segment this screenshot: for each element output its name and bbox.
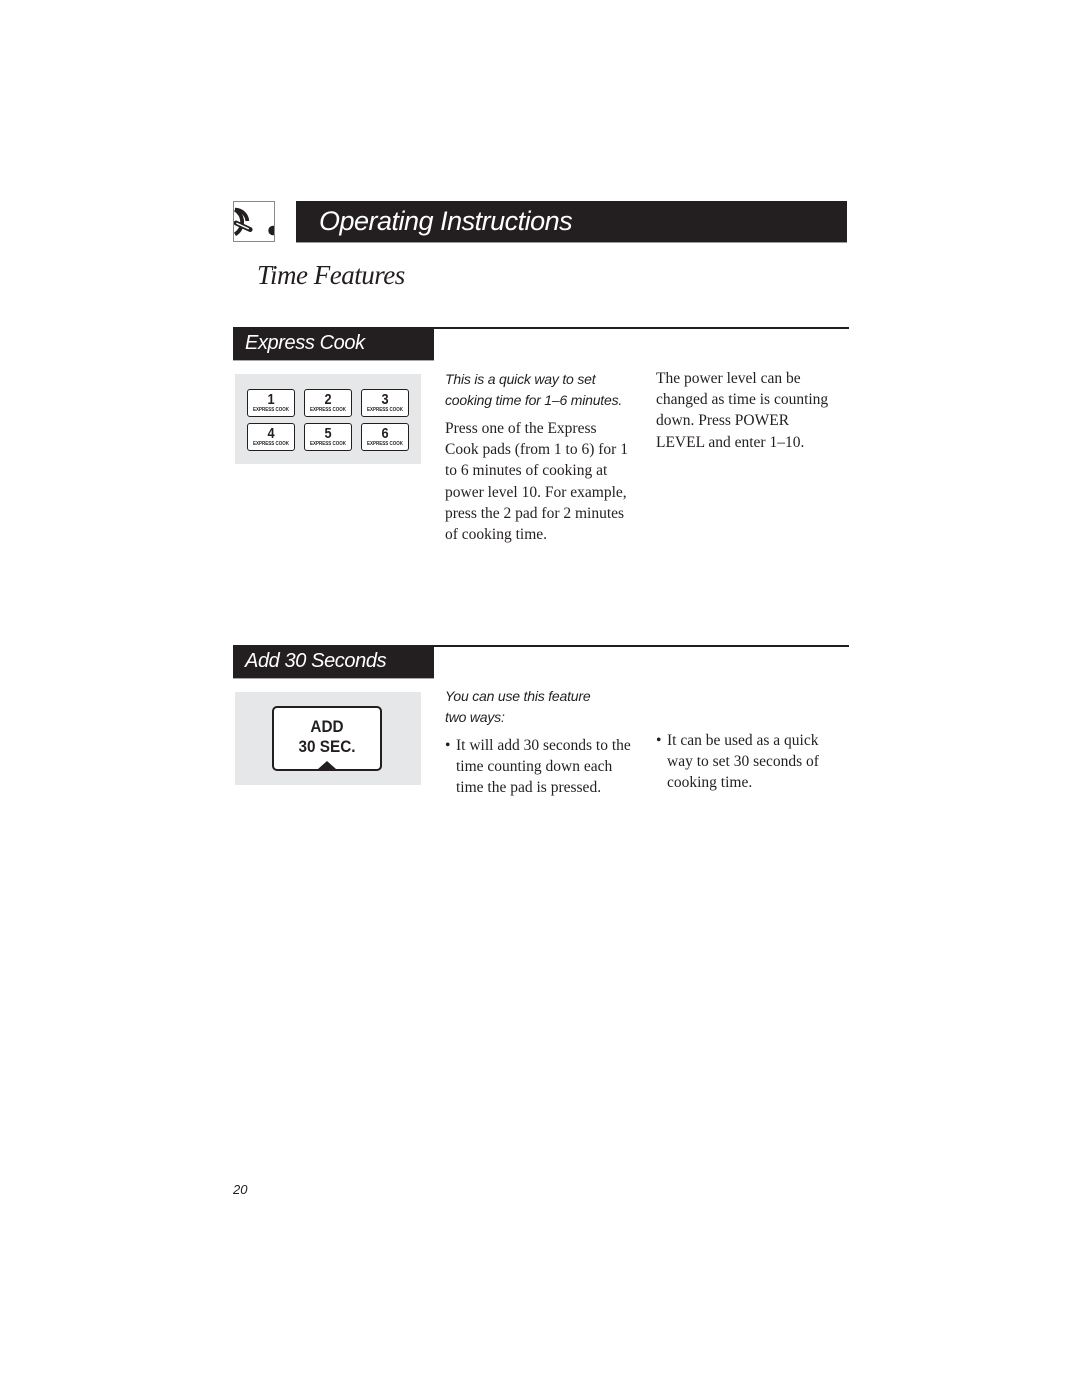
microwave-dial-icon: [233, 201, 275, 242]
express-cook-pad-4[interactable]: 4 EXPRESS COOK: [247, 423, 295, 451]
pad-label: EXPRESS COOK: [366, 441, 403, 447]
express-cook-pad-5[interactable]: 5 EXPRESS COOK: [304, 423, 352, 451]
pad-label: EXPRESS COOK: [366, 407, 403, 413]
add-30-seconds-bullet-2: It can be used as a quick way to set 30 …: [656, 730, 841, 794]
pad-number: 3: [381, 391, 389, 408]
pad-line-2: 30 SEC.: [298, 737, 356, 756]
express-cook-pad-1[interactable]: 1 EXPRESS COOK: [247, 389, 295, 417]
pad-number: 6: [381, 425, 389, 442]
section-header-add-30-seconds: Add 30 Seconds: [233, 645, 434, 679]
add-30-seconds-intro: You can use this feature two ways:: [445, 688, 591, 725]
section-title: Express Cook: [245, 332, 365, 354]
pad-number: 1: [267, 391, 275, 408]
pad-number: 5: [324, 425, 332, 442]
pad-label: EXPRESS COOK: [252, 441, 289, 447]
express-cook-pad-3[interactable]: 3 EXPRESS COOK: [361, 389, 409, 417]
express-cook-main-column: This is a quick way to set cooking time …: [445, 369, 645, 545]
pad-label: EXPRESS COOK: [309, 407, 346, 413]
add-30-sec-pad[interactable]: ADD 30 SEC.: [272, 706, 382, 771]
add-30-seconds-main-column: You can use this feature two ways: It wi…: [445, 686, 635, 799]
chapter-title: Operating Instructions: [319, 206, 573, 236]
up-arrow-icon: [318, 761, 336, 769]
express-cook-pad-grid: 1 EXPRESS COOK 2 EXPRESS COOK 3 EXPRESS …: [247, 389, 409, 451]
section-header-express-cook: Express Cook: [233, 327, 434, 361]
express-cook-pad-2[interactable]: 2 EXPRESS COOK: [304, 389, 352, 417]
chapter-header: Operating Instructions: [296, 201, 847, 243]
section-title: Add 30 Seconds: [245, 650, 387, 672]
page-title: Time Features: [257, 260, 405, 290]
pad-number: 4: [267, 425, 275, 442]
add-30-seconds-bullet-1: It will add 30 seconds to the time count…: [445, 735, 636, 799]
express-cook-pad-6[interactable]: 6 EXPRESS COOK: [361, 423, 409, 451]
express-cook-illustration: 1 EXPRESS COOK 2 EXPRESS COOK 3 EXPRESS …: [235, 374, 421, 464]
add-30-seconds-illustration: ADD 30 SEC.: [235, 692, 421, 785]
express-cook-power-note: The power level can be changed as time i…: [656, 370, 829, 451]
express-cook-side-column: The power level can be changed as time i…: [656, 368, 836, 453]
pad-label: EXPRESS COOK: [252, 407, 289, 413]
add-30-seconds-side-column: It can be used as a quick way to set 30 …: [656, 730, 841, 794]
page-number: 20: [233, 1182, 248, 1197]
express-cook-intro: This is a quick way to set cooking time …: [445, 371, 623, 408]
pad-line-1: ADD: [310, 717, 344, 736]
pad-label: EXPRESS COOK: [309, 441, 346, 447]
pad-number: 2: [324, 391, 332, 408]
express-cook-instructions: Press one of the Express Cook pads (from…: [445, 420, 628, 544]
